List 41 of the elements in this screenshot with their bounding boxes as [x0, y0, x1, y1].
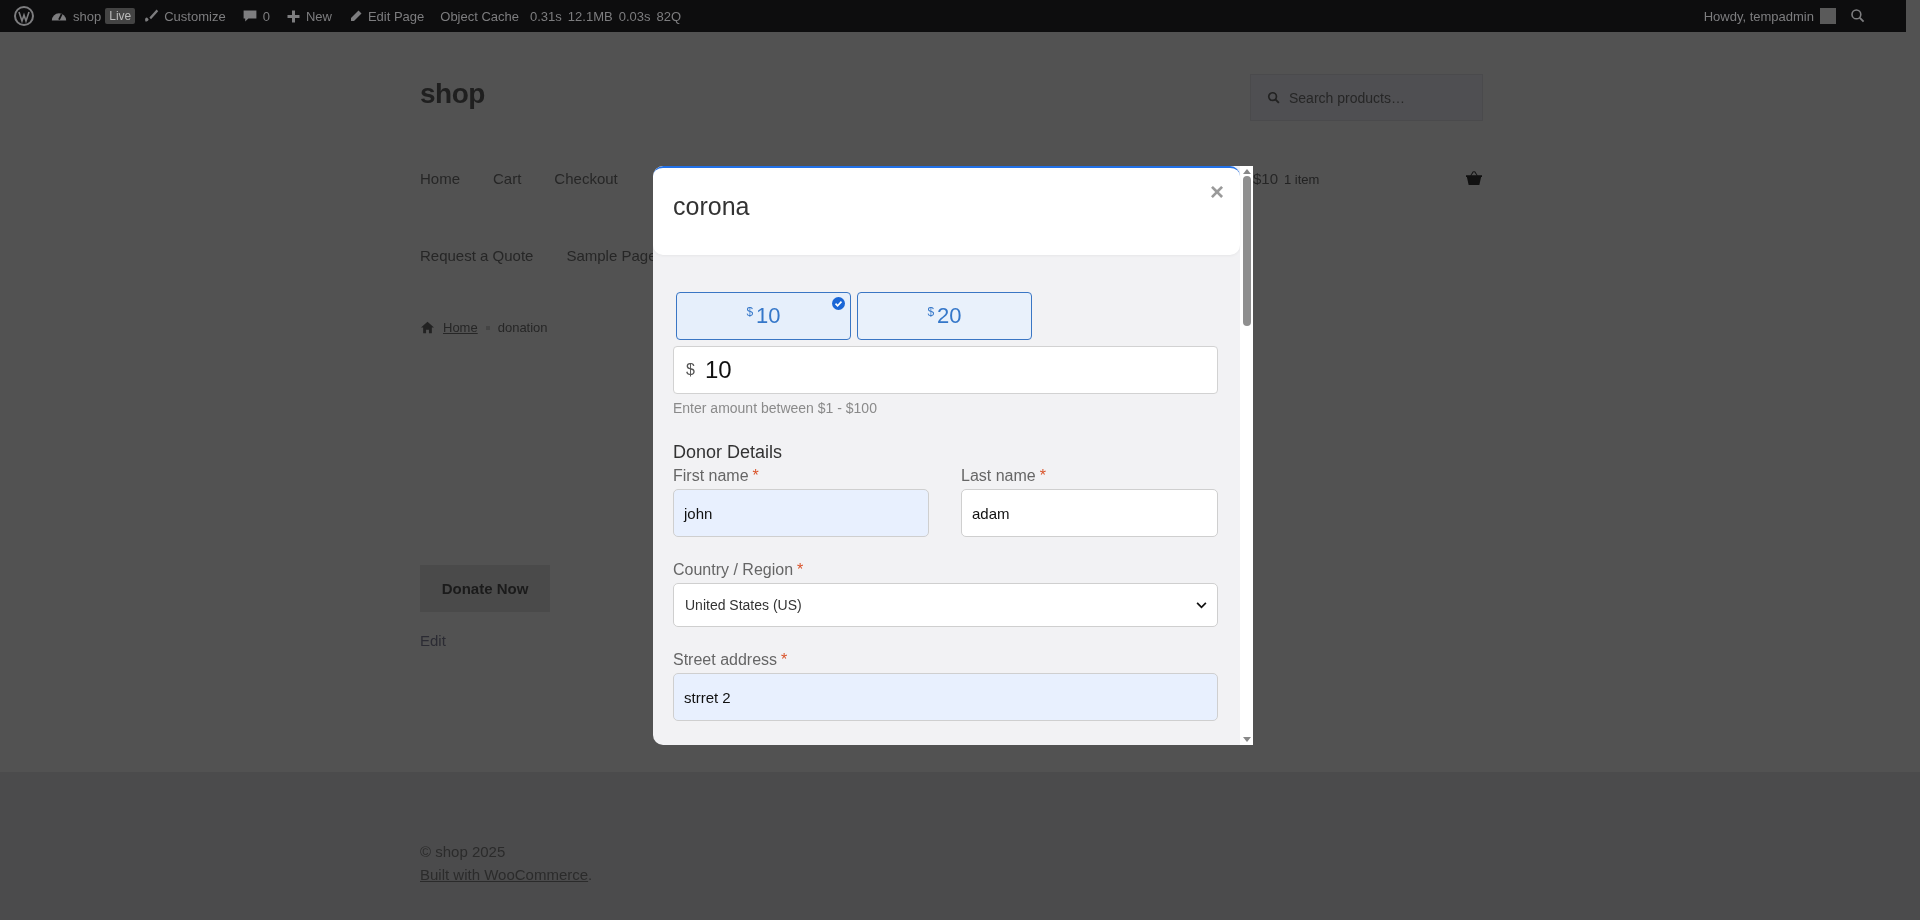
modal-title: corona	[673, 192, 751, 221]
user-greeting[interactable]: Howdy, tempadmin	[1703, 8, 1814, 24]
country-select[interactable]: United States (US)	[673, 583, 1218, 627]
menu-item[interactable]: 0	[233, 0, 278, 32]
wordpress-logo-icon[interactable]	[14, 6, 34, 26]
field-label: Last name *	[961, 467, 1047, 485]
home-icon	[420, 321, 435, 334]
scrollbar[interactable]	[1240, 166, 1253, 745]
stat-text: 0.31s	[529, 8, 563, 24]
stat-text: 82Q	[655, 8, 683, 24]
close-button[interactable]: ×	[1204, 176, 1230, 208]
checkmark-icon	[832, 297, 845, 310]
chevron-down-icon	[1196, 601, 1207, 609]
menu-item[interactable]: Customize	[135, 0, 234, 32]
field-label: Street address *	[673, 651, 789, 669]
text-field[interactable]: strret 2	[673, 673, 1218, 721]
amount-option[interactable]: $^{$}$10	[676, 292, 851, 340]
field-label: Country / Region *	[673, 561, 805, 579]
amount-field[interactable]: $ 10	[673, 346, 1218, 394]
field-label: First name *	[673, 467, 760, 485]
plus-icon	[285, 8, 301, 24]
text-field[interactable]: adam	[961, 489, 1218, 537]
text-field[interactable]: john	[673, 489, 929, 537]
section-heading: Donor Details	[673, 442, 784, 463]
search-icon	[1267, 90, 1281, 105]
scrollbar-thumb[interactable]	[1242, 176, 1251, 326]
search-icon[interactable]	[1850, 8, 1866, 24]
avatar	[1820, 8, 1836, 24]
comment-icon	[241, 8, 258, 24]
basket-icon	[1465, 170, 1483, 186]
menu-item[interactable]: Edit Page	[339, 0, 433, 32]
menu-item[interactable]: New	[277, 0, 340, 32]
down-arrow-icon[interactable]	[1242, 737, 1251, 742]
menu-item[interactable]: Object Cache	[432, 0, 528, 32]
live-badge: Live	[105, 8, 136, 24]
stat-text: 0.03s	[617, 8, 652, 24]
hint-text: Enter amount between $1 - $100	[673, 400, 878, 416]
stat-text: 12.1MB	[566, 8, 614, 24]
brush-icon	[143, 8, 160, 24]
amount-option[interactable]: $^{$}$20	[857, 292, 1032, 340]
up-arrow-icon[interactable]	[1242, 169, 1251, 174]
